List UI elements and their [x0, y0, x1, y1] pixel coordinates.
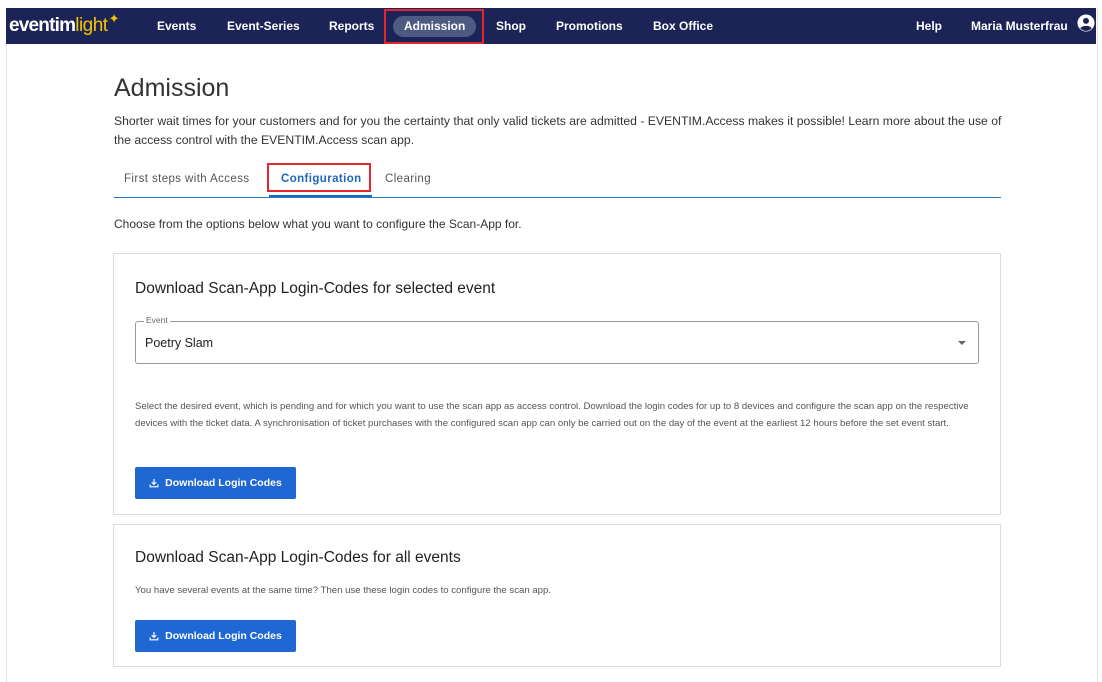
card-all-events-title: Download Scan-App Login-Codes for all ev… — [135, 549, 461, 566]
card-all-events: Download Scan-App Login-Codes for all ev… — [113, 524, 1001, 667]
download-login-codes-all-button[interactable]: Download Login Codes — [135, 620, 296, 652]
choose-options-text: Choose from the options below what you w… — [114, 217, 522, 231]
tab-clearing[interactable]: Clearing — [385, 173, 431, 185]
card-all-events-description: You have several events at the same time… — [135, 585, 551, 596]
download-icon — [149, 479, 159, 488]
nav-item-admission[interactable]: Admission — [393, 16, 477, 37]
logo-text-light: light — [75, 15, 108, 36]
user-account-icon[interactable] — [1077, 14, 1095, 32]
event-select-value: Poetry Slam — [145, 336, 214, 350]
admission-tabs: First steps with Access Configuration Cl… — [114, 168, 1001, 198]
active-tab-indicator — [269, 195, 372, 197]
tab-configuration[interactable]: Configuration — [281, 173, 362, 185]
page-intro-text: Shorter wait times for your customers an… — [114, 114, 1002, 147]
page-title: Admission — [114, 74, 230, 102]
tab-first-steps[interactable]: First steps with Access — [124, 173, 250, 185]
user-menu-name[interactable]: Maria Musterfrau — [971, 16, 1068, 37]
nav-item-reports[interactable]: Reports — [329, 16, 374, 37]
download-login-codes-all-label: Download Login Codes — [165, 630, 282, 642]
nav-item-box-office[interactable]: Box Office — [653, 16, 713, 37]
nav-item-events[interactable]: Events — [157, 16, 196, 37]
card-selected-event-description: Select the desired event, which is pendi… — [135, 401, 969, 429]
top-navbar: eventim light ✦ Events Event-Series Report… — [6, 8, 1096, 44]
logo-text-main: eventim — [9, 15, 76, 36]
event-select-label: Event — [144, 315, 170, 325]
nav-item-shop[interactable]: Shop — [496, 16, 526, 37]
download-login-codes-selected-button[interactable]: Download Login Codes — [135, 467, 296, 499]
download-icon — [149, 632, 159, 641]
eventimlight-logo[interactable]: eventim light ✦ — [9, 12, 119, 40]
card-selected-event-title: Download Scan-App Login-Codes for select… — [135, 280, 496, 297]
card-selected-event: Download Scan-App Login-Codes for select… — [113, 253, 1001, 515]
nav-item-help[interactable]: Help — [916, 16, 942, 37]
nav-item-promotions[interactable]: Promotions — [556, 16, 623, 37]
download-login-codes-selected-label: Download Login Codes — [165, 477, 282, 489]
nav-item-event-series[interactable]: Event-Series — [227, 16, 300, 37]
chevron-down-icon — [958, 341, 966, 345]
logo-star-icon: ✦ — [108, 11, 120, 26]
event-select[interactable]: Event Poetry Slam — [135, 315, 979, 364]
